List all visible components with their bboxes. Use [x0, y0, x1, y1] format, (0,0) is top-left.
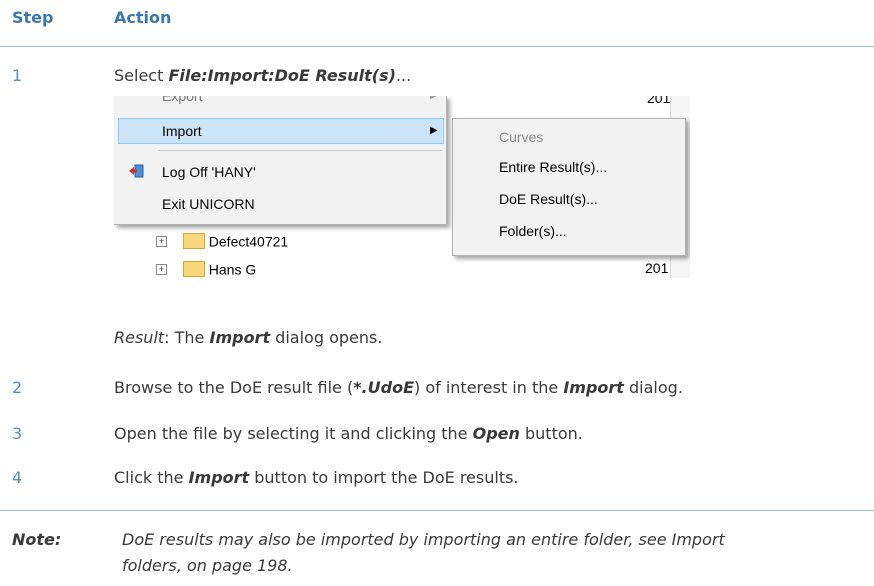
step-text: Browse to the DoE result file (*.UdoE) o… — [114, 378, 683, 397]
result-text: Result: The Import dialog opens. — [114, 328, 383, 347]
step-number: 4 — [12, 468, 23, 487]
expand-icon[interactable]: + — [156, 263, 167, 275]
step-text: Open the file by selecting it and clicki… — [114, 424, 583, 443]
import-submenu: Curves Entire Result(s)... DoE Result(s)… — [452, 118, 686, 256]
submenu-item-doe-results[interactable]: DoE Result(s)... — [499, 191, 598, 207]
step-text: Click the Import button to import the Do… — [114, 468, 519, 487]
folder-icon — [182, 261, 205, 278]
submenu-item-entire-results[interactable]: Entire Result(s)... — [499, 159, 607, 175]
table-bottom-divider — [0, 510, 874, 511]
logoff-icon — [128, 164, 144, 178]
menu-item-import[interactable]: Import — [162, 123, 202, 139]
menu-item-exit[interactable]: Exit UNICORN — [162, 196, 255, 212]
tree-item[interactable]: + Defect40721 — [156, 232, 289, 250]
submenu-arrow-icon: ▶ — [430, 125, 438, 136]
menu-separator — [158, 150, 442, 151]
note-text-line1: DoE results may also be imported by impo… — [122, 530, 725, 549]
file-menu: Export ▶ Import ▶ Log Off 'HANY' Exit UN… — [114, 96, 447, 225]
step-number: 1 — [12, 66, 23, 85]
column-header-step: Step — [12, 8, 54, 27]
submenu-item-curves[interactable]: Curves — [499, 129, 543, 145]
menu-item-logoff[interactable]: Log Off 'HANY' — [162, 164, 256, 180]
tree-item-label: Defect40721 — [208, 233, 289, 250]
submenu-item-folders[interactable]: Folder(s)... — [499, 223, 567, 239]
note-label: Note: — [12, 530, 62, 549]
step-number: 3 — [12, 424, 23, 443]
menu-item-export[interactable]: Export — [162, 96, 202, 104]
menu-screenshot: 201 1 1 1 1 1 201 + Defect40721 + Hans G… — [114, 96, 690, 282]
step-text: Select File:Import:DoE Result(s)... — [114, 66, 412, 85]
folder-icon — [182, 233, 205, 250]
step-number: 2 — [12, 378, 23, 397]
tree-item[interactable]: + Hans G — [156, 260, 257, 278]
tree-item-label: Hans G — [208, 261, 257, 278]
expand-icon[interactable]: + — [156, 235, 167, 247]
column-header-action: Action — [114, 8, 172, 27]
submenu-arrow-icon: ▶ — [430, 96, 438, 101]
header-divider — [0, 46, 874, 47]
note-text-line2: folders, on page 198. — [122, 556, 293, 575]
